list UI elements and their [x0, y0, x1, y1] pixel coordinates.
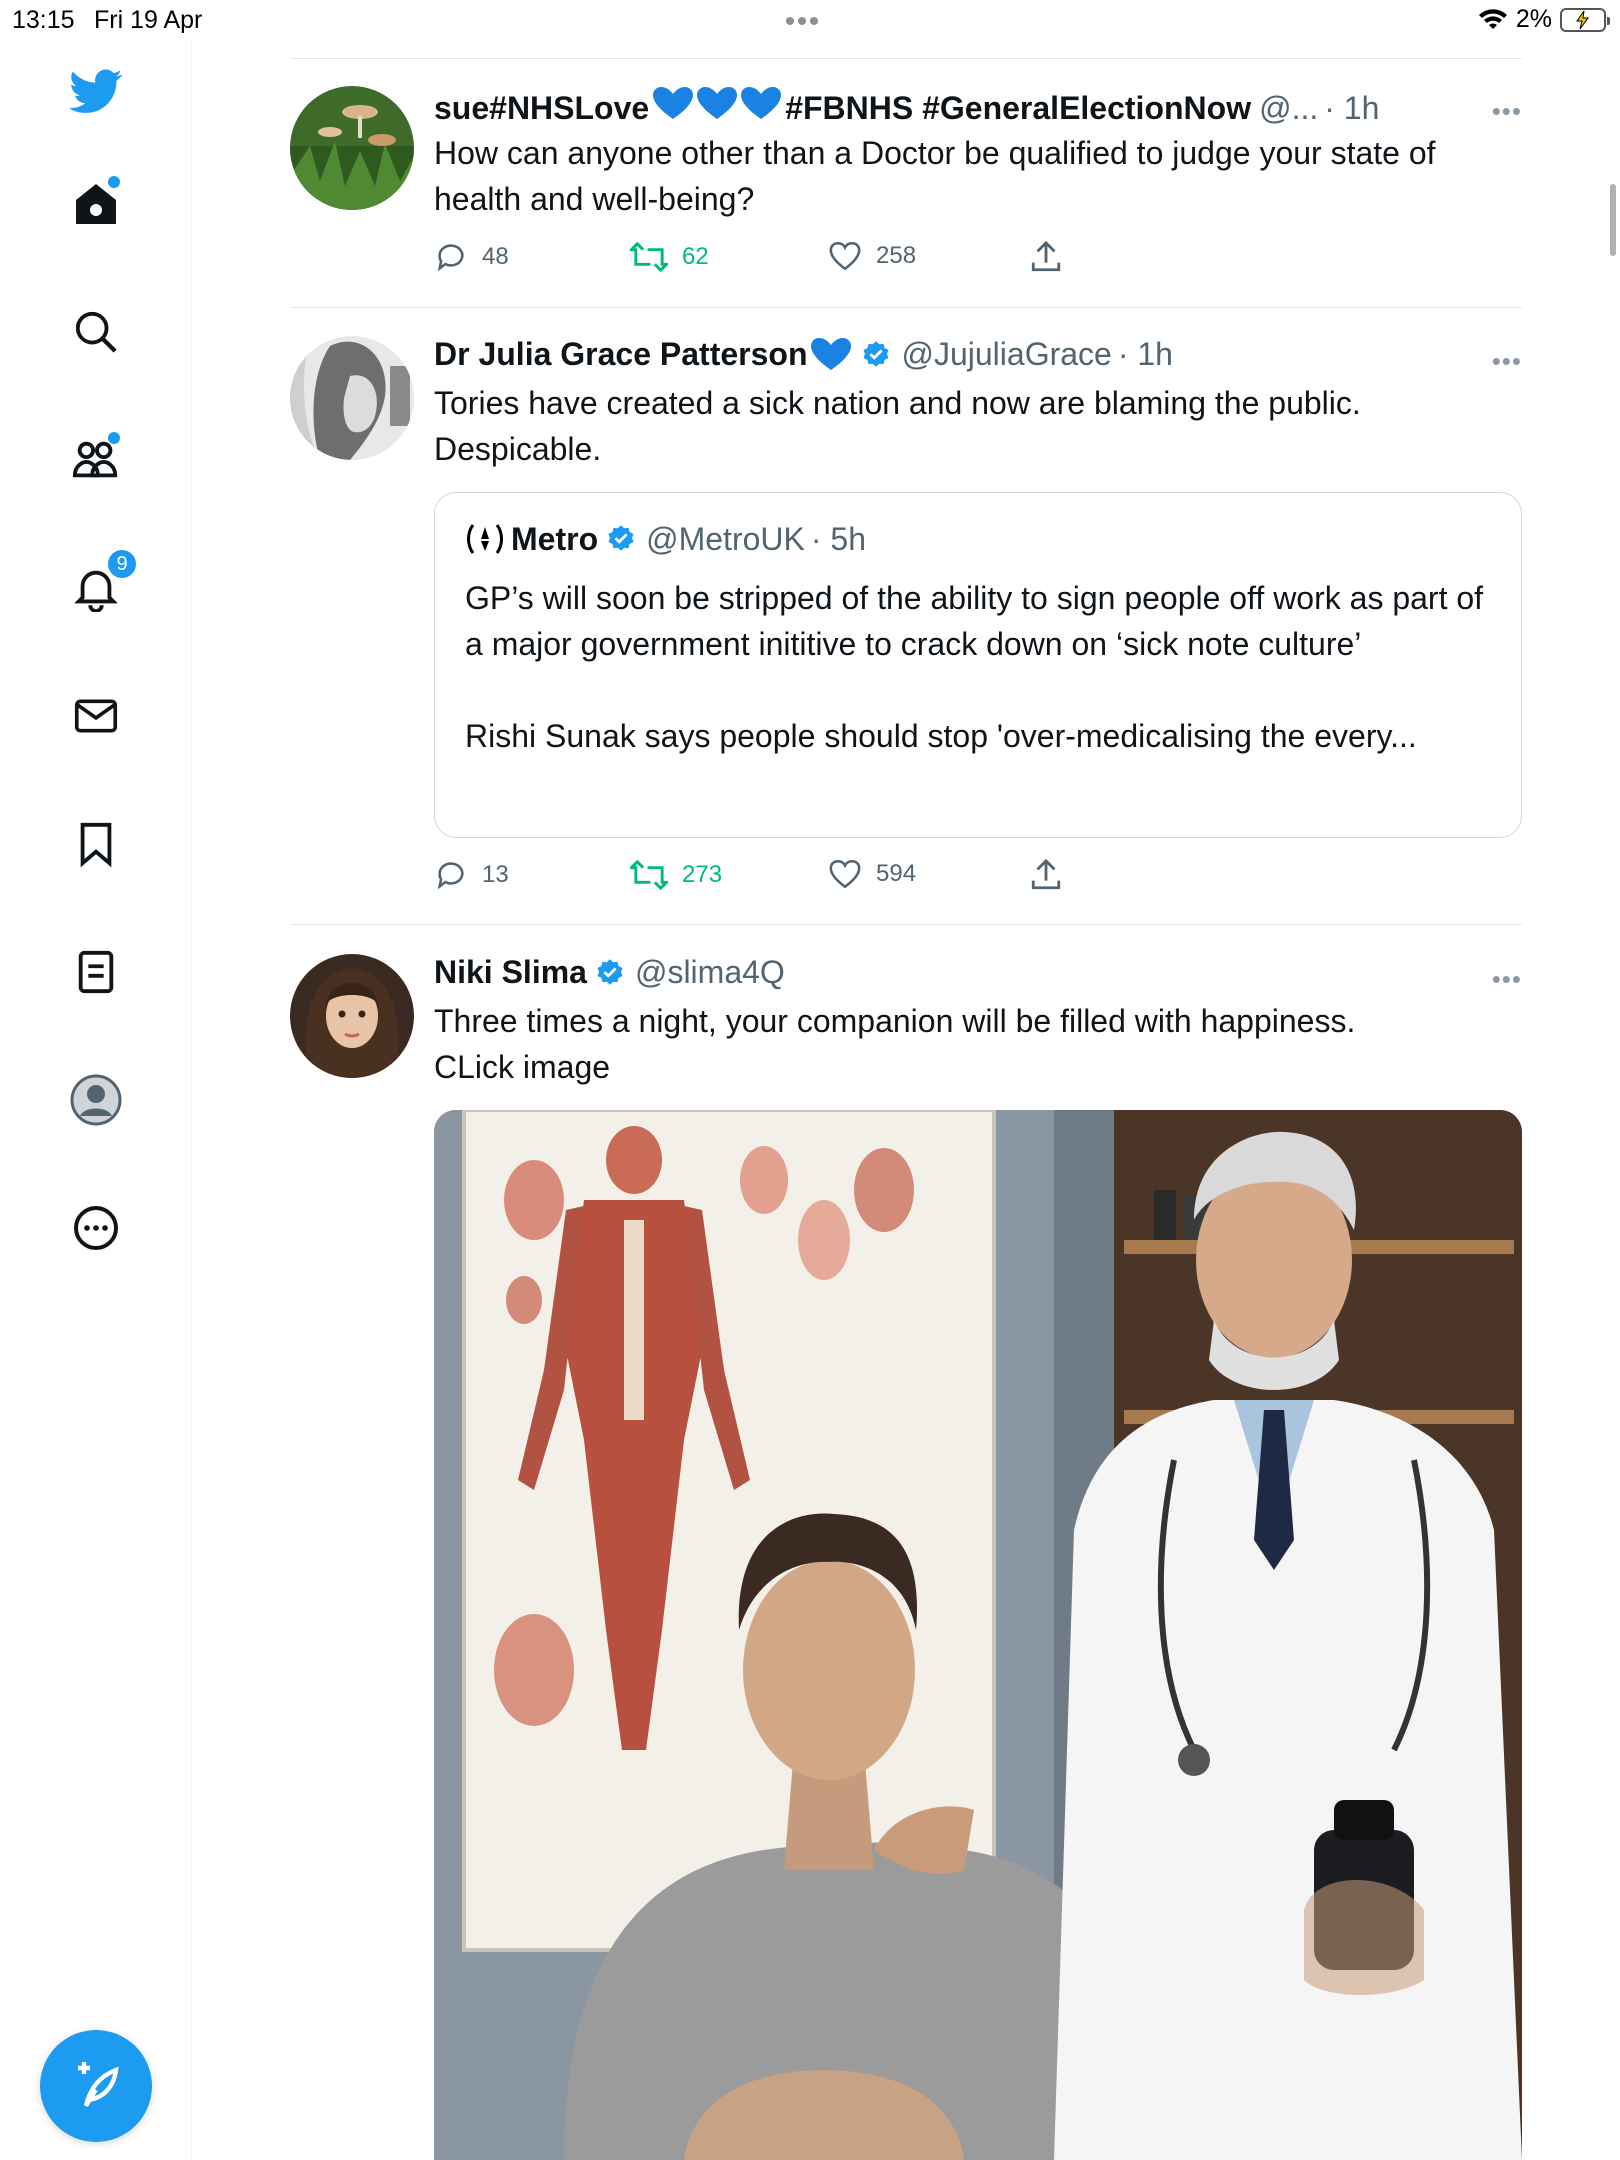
multitask-dots-icon[interactable]	[786, 12, 822, 30]
quote-header: Metro @MetroUK · 5h	[465, 519, 866, 559]
divider	[290, 924, 1522, 925]
like-button[interactable]: 258	[828, 240, 916, 272]
display-name[interactable]: Dr Julia Grace Patterson	[434, 336, 807, 373]
nav-notifications[interactable]: 9	[64, 548, 138, 620]
more-circle-icon	[74, 1206, 118, 1250]
quote-timestamp: · 5h	[810, 520, 866, 557]
nav-profile[interactable]	[64, 1068, 128, 1132]
like-button[interactable]: 594	[828, 858, 916, 890]
tweet-text: Tories have created a sick nation and no…	[434, 385, 1361, 467]
share-button[interactable]	[1030, 858, 1062, 892]
verified-badge-icon	[863, 340, 889, 367]
display-name[interactable]: Niki Slima	[434, 954, 587, 991]
display-name-suffix: #FBNHS #GeneralElectionNow	[785, 89, 1252, 126]
tweet-actions: 13 273 594	[434, 858, 1134, 898]
like-count: 594	[876, 860, 917, 887]
nav-lists[interactable]	[64, 940, 128, 1004]
like-count: 258	[876, 242, 917, 269]
retweet-count: 62	[682, 243, 709, 270]
nav-search[interactable]	[64, 300, 128, 364]
compose-tweet-button[interactable]	[40, 2030, 152, 2142]
nav-home[interactable]	[64, 172, 128, 236]
tweet[interactable]: Dr Julia Grace Patterson @JujuliaGrace ·…	[290, 336, 1522, 906]
display-name[interactable]: sue#NHSLove	[434, 90, 649, 127]
nav-communities[interactable]	[64, 428, 128, 492]
reply-icon	[437, 244, 464, 272]
verified-badge-icon	[597, 958, 623, 985]
retweet-icon	[630, 859, 668, 891]
tweet-text-continued: CLick image	[434, 1049, 611, 1085]
tweet[interactable]: Niki Slima @slima4Q ••• Three times a ni…	[290, 954, 1522, 2160]
share-icon	[1031, 240, 1061, 272]
retweet-icon	[630, 241, 668, 273]
heart-icon	[829, 859, 861, 889]
quote-display-name: Metro	[511, 520, 599, 557]
nav-more[interactable]	[64, 1196, 128, 1260]
quote-text: GP’s will soon be stripped of the abilit…	[465, 580, 1484, 662]
divider	[290, 307, 1522, 308]
tweet-header: Niki Slima @slima4Q	[434, 954, 785, 991]
list-icon	[78, 950, 114, 994]
wifi-icon	[1478, 8, 1507, 29]
battery-icon	[1560, 7, 1610, 32]
timestamp[interactable]: · 1h	[1324, 90, 1379, 127]
tweet-header: sue#NHSLove #FBNHS #GeneralElectionNow @…	[434, 86, 1379, 130]
tweet-text: Three times a night, your companion will…	[434, 1003, 1356, 1039]
handle[interactable]: @JujuliaGrace	[901, 336, 1111, 373]
avatar[interactable]	[290, 954, 414, 1078]
more-options-icon[interactable]: •••	[1492, 346, 1522, 377]
reply-icon	[437, 862, 464, 890]
divider	[290, 58, 1522, 59]
status-time: 13:15	[12, 6, 75, 34]
blue-heart-icon	[811, 337, 852, 370]
home-unread-dot	[108, 176, 120, 188]
blue-hearts-icon	[651, 86, 783, 130]
heart-icon	[829, 241, 861, 271]
scroll-indicator[interactable]	[1610, 184, 1616, 256]
mail-icon	[74, 699, 118, 733]
status-date: Fri 19 Apr	[94, 6, 203, 34]
sidebar: 9	[0, 40, 192, 2160]
metro-logo-icon	[467, 524, 503, 554]
communities-unread-dot	[108, 432, 120, 444]
timestamp[interactable]: · 1h	[1118, 336, 1173, 373]
quoted-tweet[interactable]: Metro @MetroUK · 5h GP’s will soon be st…	[434, 492, 1522, 838]
notification-badge: 9	[106, 548, 138, 580]
reply-count: 48	[482, 243, 509, 270]
status-bar: 13:15 Fri 19 Apr 2%	[0, 0, 1620, 40]
tweet-header: Dr Julia Grace Patterson @JujuliaGrace ·…	[434, 336, 1173, 373]
reply-button[interactable]: 13	[434, 858, 509, 892]
twitter-logo-icon[interactable]	[64, 60, 128, 124]
search-icon	[75, 311, 117, 353]
status-right: 2%	[1478, 5, 1610, 34]
compose-feather-icon	[78, 2062, 119, 2108]
nav-bookmarks[interactable]	[64, 812, 128, 876]
verified-badge-icon	[608, 525, 634, 551]
avatar[interactable]	[290, 86, 414, 210]
retweet-count: 273	[682, 861, 723, 888]
tweet-image[interactable]	[434, 1110, 1522, 2160]
avatar[interactable]	[290, 336, 414, 460]
bookmark-icon	[80, 822, 112, 867]
retweet-button[interactable]: 273	[630, 858, 722, 892]
retweet-button[interactable]: 62	[630, 240, 709, 274]
more-options-icon[interactable]: •••	[1492, 964, 1522, 995]
profile-avatar-icon	[70, 1074, 122, 1126]
battery-percent: 2%	[1515, 5, 1552, 33]
nav-messages[interactable]	[64, 684, 128, 748]
tweet-text: How can anyone other than a Doctor be qu…	[434, 135, 1436, 217]
quote-handle: @MetroUK	[646, 520, 805, 557]
share-button[interactable]	[1030, 240, 1062, 274]
quote-text-continued: Rishi Sunak says people should stop 'ove…	[465, 718, 1417, 754]
reply-button[interactable]: 48	[434, 240, 509, 274]
handle[interactable]: @slima4Q	[635, 954, 785, 991]
share-icon	[1031, 858, 1061, 890]
tweet-actions: 48 62 258	[434, 240, 1134, 280]
more-options-icon[interactable]: •••	[1492, 96, 1522, 127]
handle[interactable]: @...	[1259, 90, 1318, 127]
reply-count: 13	[482, 861, 509, 888]
tweet[interactable]: sue#NHSLove #FBNHS #GeneralElectionNow @…	[290, 86, 1522, 286]
